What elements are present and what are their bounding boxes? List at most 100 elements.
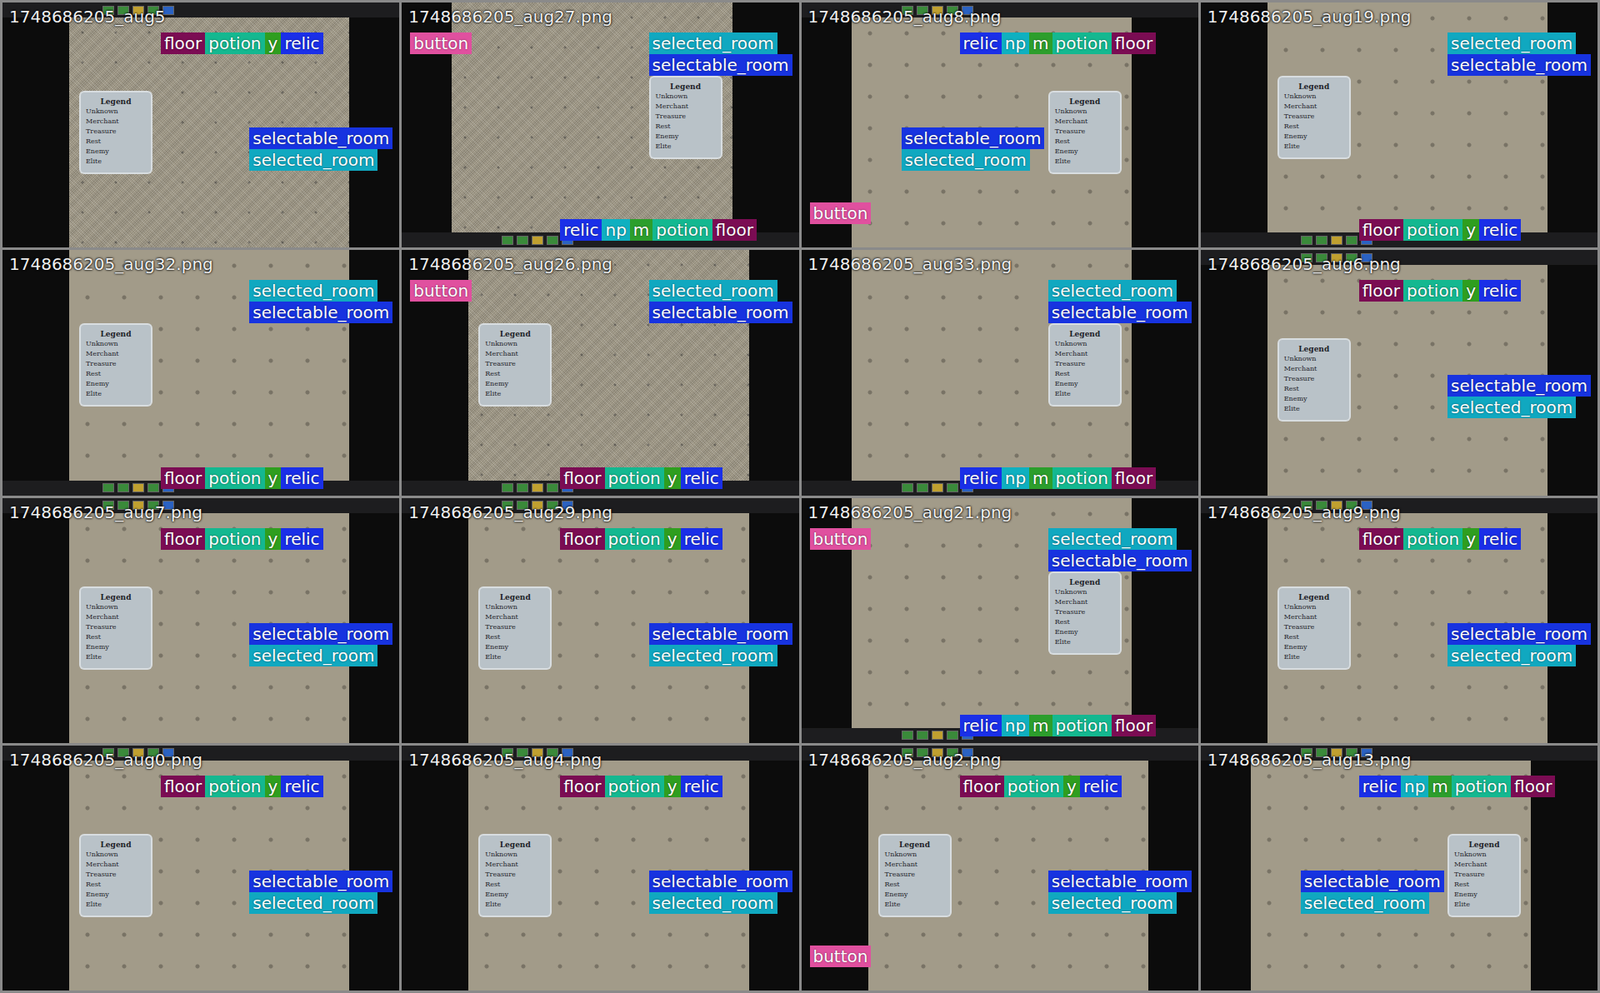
class-label: m [630, 219, 653, 241]
hud-slot-icon [1315, 235, 1328, 245]
button-label-group: button [810, 945, 872, 968]
batch-tile: LegendUnknownMerchantTreasureRestEnemyEl… [801, 2, 1199, 248]
class-label: potion [205, 775, 265, 798]
class-label: np [601, 219, 630, 241]
filename-label: 1748686205_aug13.png [1207, 749, 1412, 771]
class-label: button [410, 280, 472, 302]
legend-entry: Rest [485, 633, 545, 642]
batch-tile: LegendUnknownMerchantTreasureRestEnemyEl… [1200, 250, 1598, 495]
legend-entry: Elite [1284, 653, 1345, 662]
legend-title: Legend [1055, 97, 1115, 106]
legend-entry: Rest [655, 122, 716, 131]
side-bar [2, 250, 70, 480]
filename-label: 1748686205_aug32.png [9, 253, 214, 275]
class-label: floor [160, 528, 205, 550]
filename-label: 1748686205_aug6.png [1207, 253, 1401, 275]
legend-entry: Rest [85, 880, 146, 890]
class-label: relic [680, 467, 723, 490]
legend-title: Legend [485, 593, 545, 602]
hud-slot-icon [946, 483, 959, 493]
hud-slot-icon [117, 483, 130, 493]
class-label: np [1001, 32, 1030, 55]
hud-slot-icon [531, 483, 544, 493]
class-label: selected_room [1447, 32, 1576, 55]
class-label: potion [605, 775, 665, 798]
class-label: potion [652, 219, 712, 241]
legend-entry: Unknown [485, 603, 545, 612]
hud-label-group: relicnpmpotionfloor [960, 467, 1157, 490]
legend-entry: Merchant [1055, 117, 1115, 126]
class-label: relic [280, 32, 323, 55]
legend-title: Legend [1055, 330, 1115, 339]
legend-entry: Unknown [485, 850, 545, 860]
class-label: potion [605, 528, 665, 550]
filename-label: 1748686205_aug21.png [808, 501, 1013, 524]
legend-entry: Treasure [85, 870, 146, 880]
class-label: floor [1111, 32, 1156, 55]
class-label: y [265, 775, 282, 798]
legend-scroll: LegendUnknownMerchantTreasureRestEnemyEl… [80, 325, 151, 405]
class-label: relic [280, 528, 323, 550]
legend-entry: Unknown [655, 92, 716, 101]
legend-entry: Elite [885, 900, 945, 910]
batch-tile: LegendUnknownMerchantTreasureRestEnemyEl… [801, 250, 1199, 495]
class-label: relic [1080, 775, 1122, 798]
hud-slot-icon [501, 483, 514, 493]
class-label: np [1001, 467, 1030, 490]
class-label: y [1063, 775, 1080, 798]
legend-entry: Unknown [85, 340, 146, 349]
legend-entry: Treasure [1454, 870, 1515, 880]
legend-entry: Unknown [1284, 603, 1345, 612]
hud-slot-icon [901, 730, 914, 740]
legend-title: Legend [485, 840, 545, 850]
class-label: potion [1052, 467, 1112, 490]
room-label-group: selected_roomselectable_room [1447, 32, 1591, 76]
legend-entry: Treasure [85, 623, 146, 632]
filename-label: 1748686205_aug5 [9, 5, 166, 28]
hud-label-group: relicnpmpotionfloor [960, 32, 1157, 55]
legend-title: Legend [655, 82, 716, 91]
class-label: np [1400, 775, 1429, 798]
hud-slot-icon [102, 483, 115, 493]
legend-entry: Treasure [485, 623, 545, 632]
legend-entry: Merchant [1055, 350, 1115, 359]
side-bar [1200, 2, 1268, 233]
batch-tile: LegendUnknownMerchantTreasureRestEnemyEl… [1200, 745, 1598, 991]
class-label: floor [1111, 467, 1156, 490]
button-label-group: button [410, 280, 472, 302]
legend-entry: Merchant [1284, 613, 1345, 622]
class-label: potion [205, 32, 265, 55]
room-label-group: selectable_roomselected_room [249, 127, 393, 171]
hud-slot-icon [501, 235, 514, 245]
class-label: floor [560, 528, 605, 550]
class-label: m [1029, 467, 1052, 490]
class-label: selectable_room [1048, 301, 1192, 324]
legend-entry: Merchant [885, 860, 945, 870]
class-label: potion [205, 528, 265, 550]
class-label: button [810, 528, 872, 550]
side-bar [401, 760, 469, 991]
legend-entry: Unknown [85, 850, 146, 860]
legend-entry: Elite [485, 390, 545, 399]
batch-tile: LegendUnknownMerchantTreasureRestEnemyEl… [401, 745, 799, 991]
class-label: selectable_room [1447, 54, 1591, 76]
class-label: floor [560, 467, 605, 490]
class-label: y [1462, 528, 1480, 550]
legend-entry: Merchant [485, 613, 545, 622]
legend-scroll: LegendUnknownMerchantTreasureRestEnemyEl… [1050, 325, 1120, 405]
room-label-group: selectable_roomselected_room [1447, 375, 1591, 419]
legend-entry: Unknown [1454, 850, 1515, 860]
legend-entry: Merchant [85, 613, 146, 622]
class-label: floor [160, 775, 205, 798]
legend-entry: Enemy [1055, 628, 1115, 637]
legend-entry: Unknown [1055, 107, 1115, 116]
class-label: floor [960, 775, 1005, 798]
batch-tile: LegendUnknownMerchantTreasureRestEnemyEl… [801, 745, 1199, 991]
legend-scroll: LegendUnknownMerchantTreasureRestEnemyEl… [1279, 77, 1350, 158]
class-label: selectable_room [901, 127, 1045, 150]
legend-entry: Elite [1055, 157, 1115, 166]
class-label: selectable_room [1447, 623, 1591, 645]
class-label: floor [560, 775, 605, 798]
room-label-group: selectable_roomselected_room [901, 127, 1045, 171]
button-label-group: button [810, 202, 872, 225]
